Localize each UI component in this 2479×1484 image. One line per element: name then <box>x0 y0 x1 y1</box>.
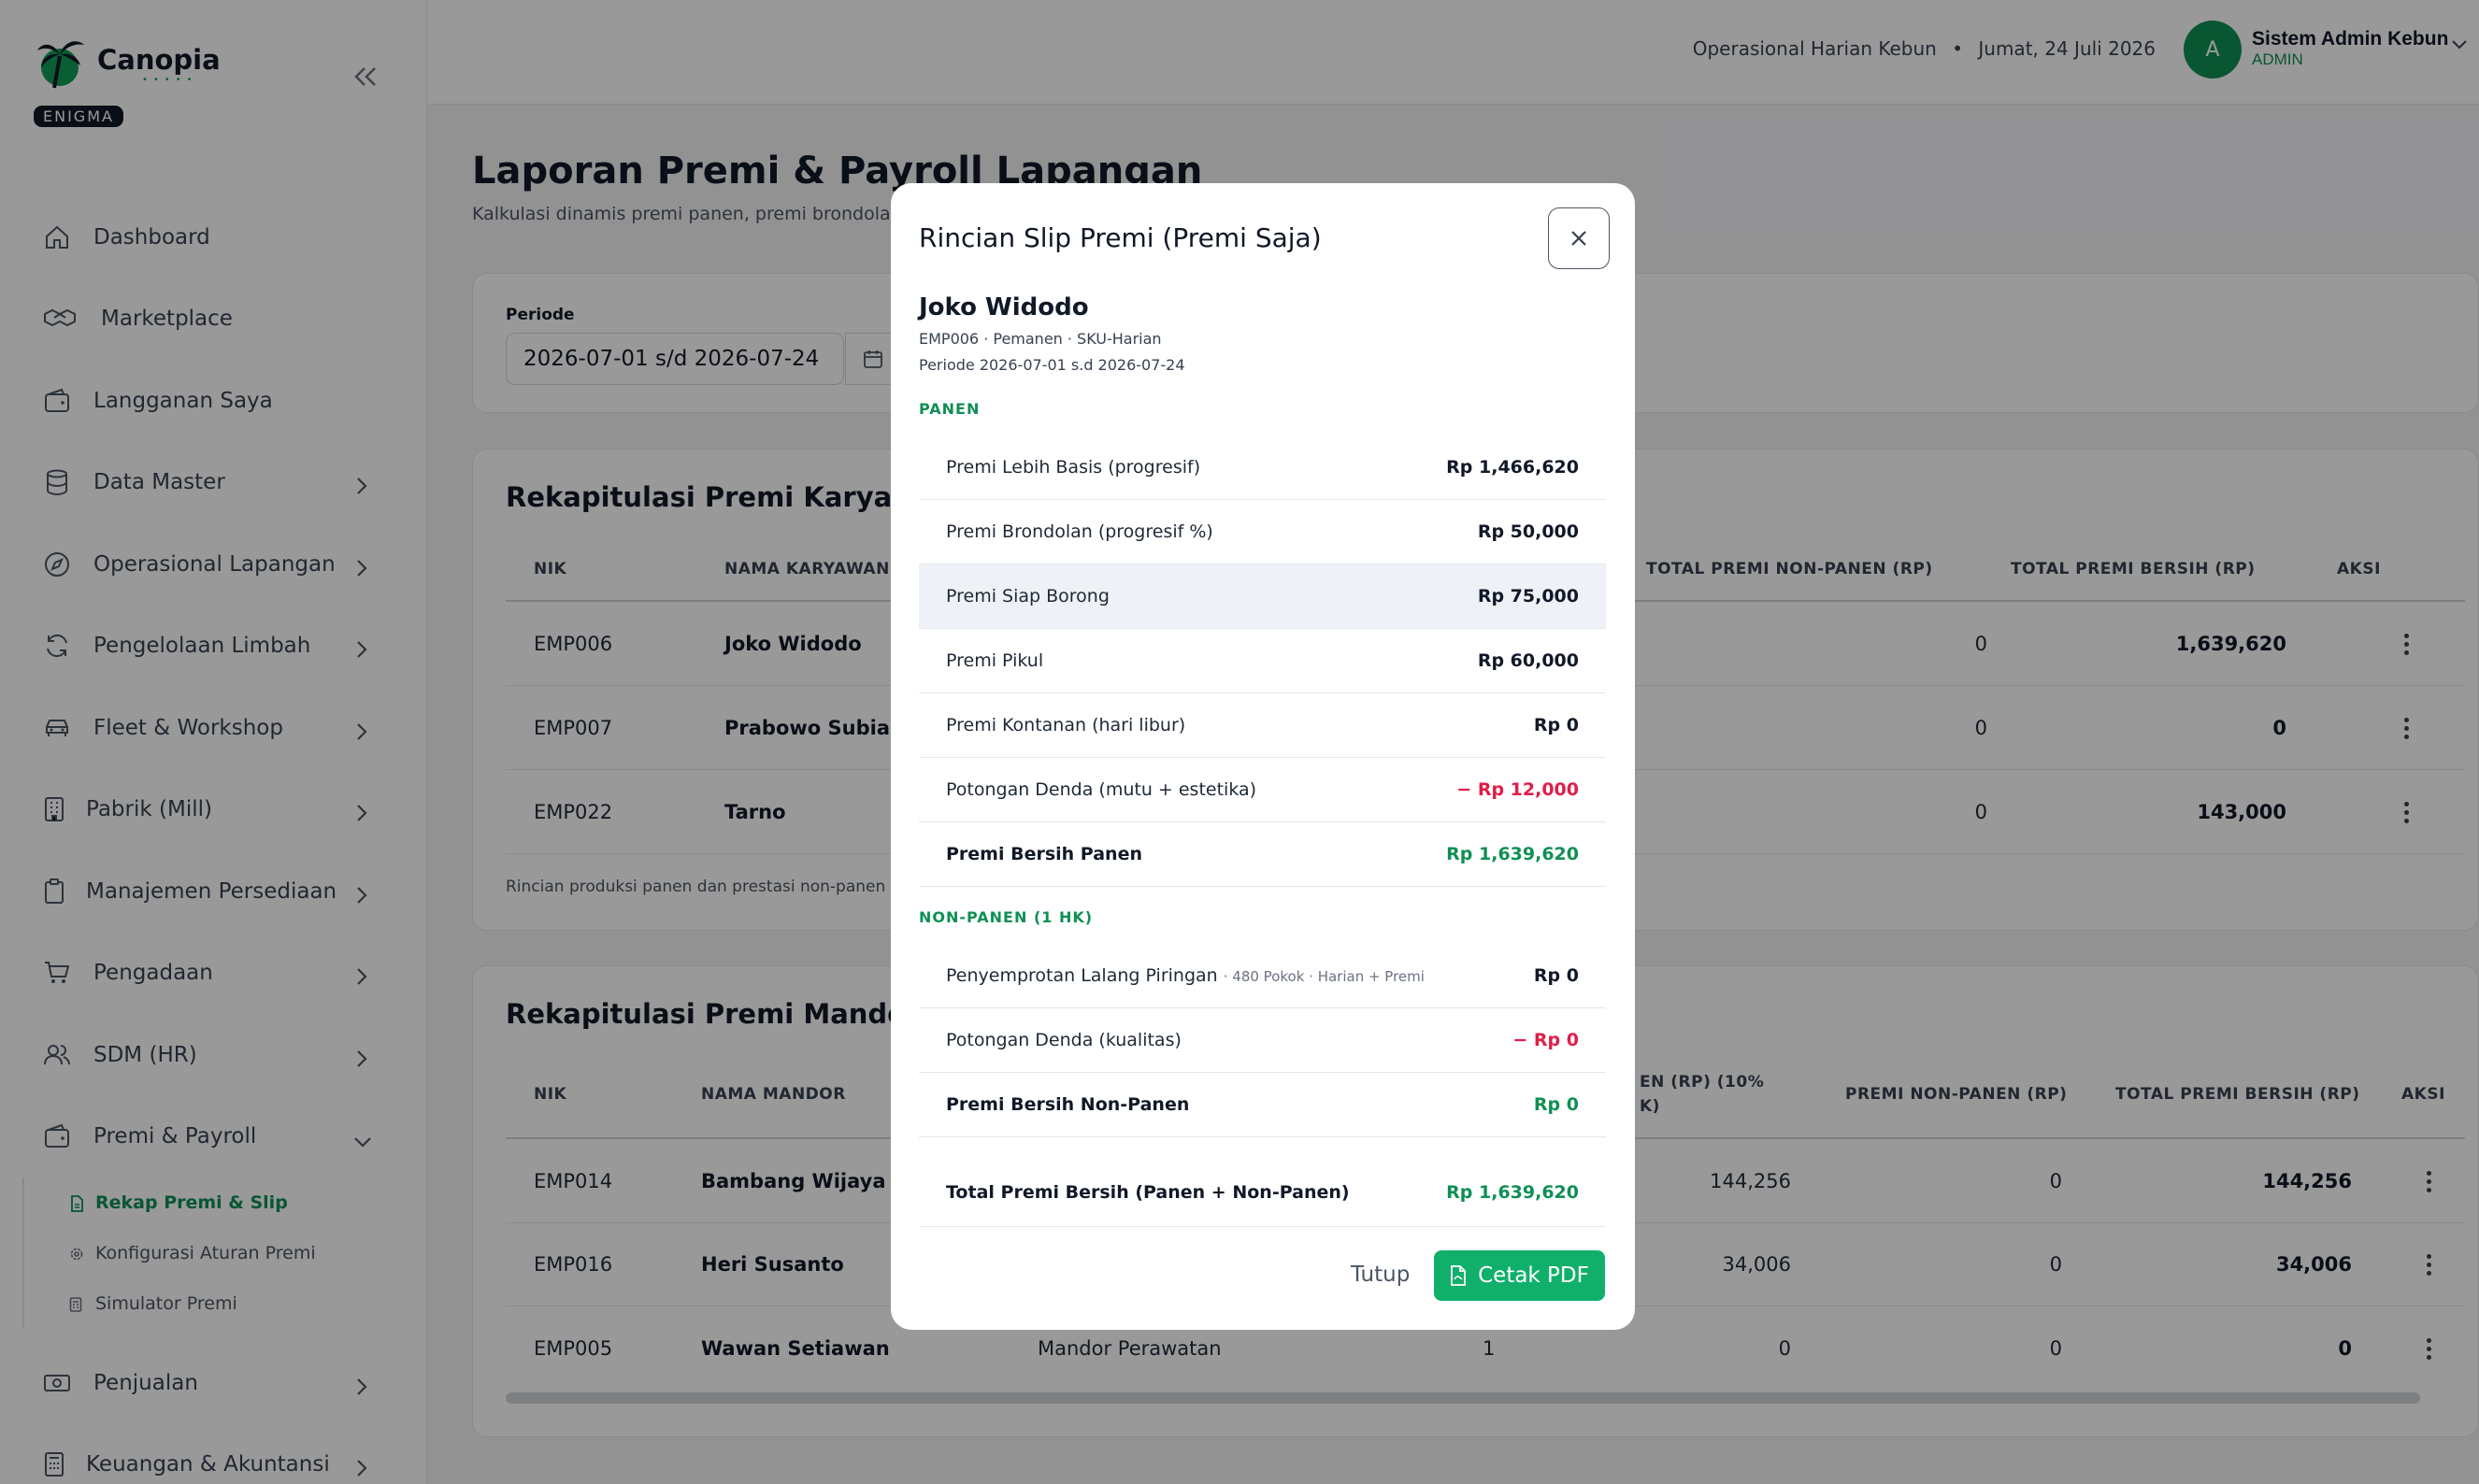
slip-row-value: Rp 0 <box>1533 1094 1579 1115</box>
slip-row-value: Rp 75,000 <box>1477 586 1579 606</box>
section-non-panen: NON-PANEN (1 HK) <box>919 908 1094 926</box>
close-icon <box>1571 231 1586 246</box>
total-label: Total Premi Bersih (Panen + Non-Panen) <box>946 1182 1350 1203</box>
slip-row: Potongan Denda (mutu + estetika) − Rp 12… <box>919 758 1606 822</box>
cetak-pdf-label: Cetak PDF <box>1478 1263 1589 1288</box>
slip-premi-modal: Rincian Slip Premi (Premi Saja) Joko Wid… <box>891 183 1635 1330</box>
slip-row-label: Premi Brondolan (progresif %) <box>946 521 1213 542</box>
slip-row-label: Premi Pikul <box>946 650 1044 671</box>
modal-title: Rincian Slip Premi (Premi Saja) <box>919 222 1322 253</box>
slip-row: Premi Lebih Basis (progresif) Rp 1,466,6… <box>919 435 1606 500</box>
slip-row-value: Rp 1,466,620 <box>1446 457 1579 478</box>
slip-row-label: Penyemprotan Lalang Piringan · 480 Pokok… <box>946 965 1425 986</box>
slip-row-label: Premi Siap Borong <box>946 586 1110 606</box>
slip-row-value: Rp 0 <box>1533 715 1579 735</box>
slip-row-total: Total Premi Bersih (Panen + Non-Panen) R… <box>919 1159 1606 1227</box>
section-panen: PANEN <box>919 400 981 418</box>
close-button[interactable] <box>1548 207 1610 269</box>
slip-row: Premi Pikul Rp 60,000 <box>919 629 1606 693</box>
slip-row-label: Potongan Denda (kualitas) <box>946 1030 1182 1050</box>
slip-row-detail: · 480 Pokok · Harian + Premi <box>1223 968 1425 985</box>
slip-row-subtotal: Premi Bersih Panen Rp 1,639,620 <box>919 822 1606 887</box>
slip-row-subtotal: Premi Bersih Non-Panen Rp 0 <box>919 1073 1606 1137</box>
slip-row: Premi Kontanan (hari libur) Rp 0 <box>919 693 1606 758</box>
slip-row: Penyemprotan Lalang Piringan · 480 Pokok… <box>919 944 1606 1008</box>
slip-row-label: Potongan Denda (mutu + estetika) <box>946 779 1257 800</box>
slip-row-value: Rp 0 <box>1533 965 1579 986</box>
slip-row-label-text: Penyemprotan Lalang Piringan <box>946 965 1218 986</box>
slip-row-value: Rp 1,639,620 <box>1446 844 1579 864</box>
cetak-pdf-button[interactable]: Cetak PDF <box>1434 1250 1605 1301</box>
slip-row-label: Premi Bersih Non-Panen <box>946 1094 1190 1115</box>
slip-row: Premi Siap Borong Rp 75,000 <box>919 564 1606 629</box>
slip-row: Potongan Denda (kualitas) − Rp 0 <box>919 1008 1606 1073</box>
slip-row-label: Premi Kontanan (hari libur) <box>946 715 1186 735</box>
slip-row-value: − Rp 0 <box>1512 1030 1579 1050</box>
employee-name: Joko Widodo <box>919 293 1089 321</box>
pdf-file-icon <box>1451 1265 1467 1286</box>
slip-row-label: Premi Lebih Basis (progresif) <box>946 457 1201 478</box>
slip-row-value: Rp 60,000 <box>1477 650 1579 671</box>
slip-row-label: Premi Bersih Panen <box>946 844 1142 864</box>
total-value: Rp 1,639,620 <box>1446 1182 1579 1203</box>
employee-period: Periode 2026-07-01 s.d 2026-07-24 <box>919 356 1185 374</box>
tutup-button[interactable]: Tutup <box>1351 1263 1410 1287</box>
employee-meta: EMP006 · Pemanen · SKU-Harian <box>919 330 1162 348</box>
slip-row: Premi Brondolan (progresif %) Rp 50,000 <box>919 500 1606 564</box>
slip-row-value: Rp 50,000 <box>1477 521 1579 542</box>
slip-row-value: − Rp 12,000 <box>1456 779 1579 800</box>
